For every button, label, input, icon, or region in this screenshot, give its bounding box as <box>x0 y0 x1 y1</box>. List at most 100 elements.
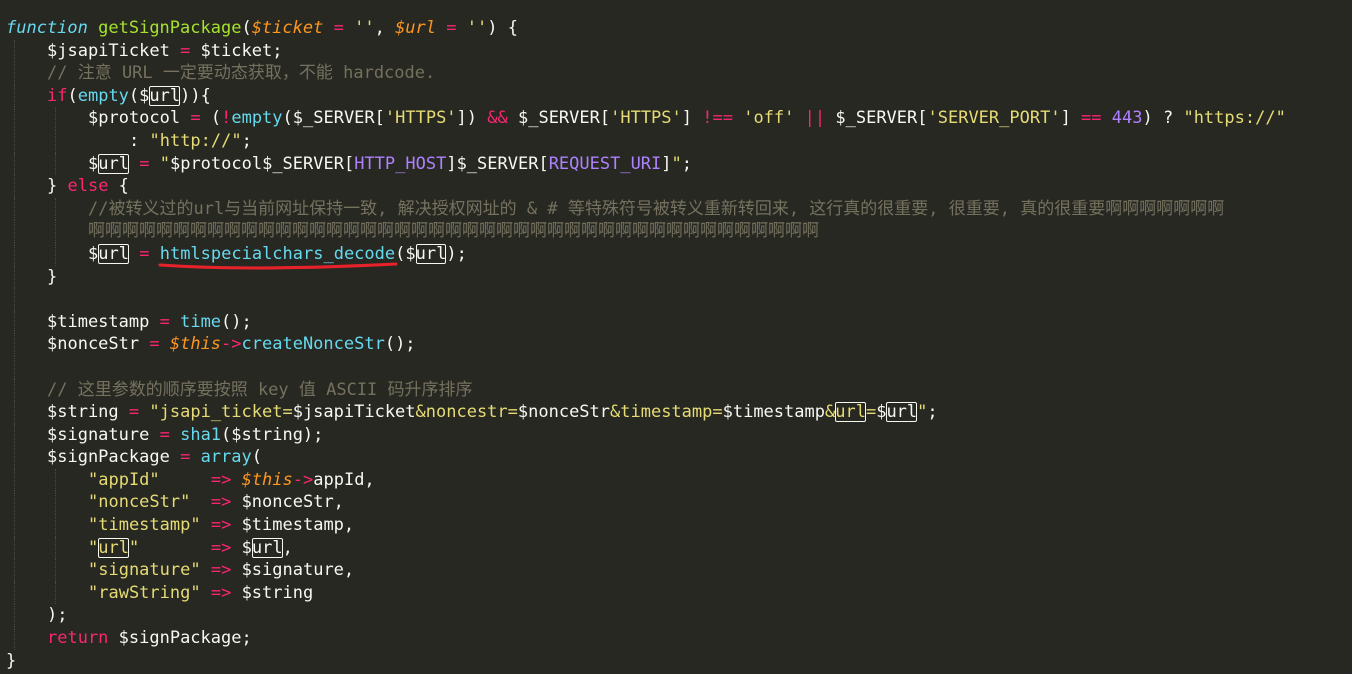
code-token: ]$_SERVER[ <box>446 153 549 174</box>
code-line[interactable]: $url = htmlspecialchars_decode($url); <box>0 242 1352 266</box>
indent-guide <box>14 627 15 650</box>
code-line[interactable]: : "http://"; <box>0 129 1352 153</box>
code-line[interactable]: 啊啊啊啊啊啊啊啊啊啊啊啊啊啊啊啊啊啊啊啊啊啊啊啊啊啊啊啊啊啊啊啊啊啊啊啊啊啊啊啊… <box>0 220 1352 243</box>
code-token: ) { <box>487 18 518 38</box>
code-token: } <box>47 266 58 287</box>
indent-guide <box>14 288 15 311</box>
code-line[interactable]: "url" => $url, <box>0 536 1352 560</box>
code-token: ] <box>681 108 703 129</box>
code-line[interactable]: $jsapiTicket = $ticket; <box>0 39 1352 63</box>
indent-guide <box>14 310 15 334</box>
code-line[interactable]: } <box>0 650 1352 673</box>
code-token: if <box>47 85 68 106</box>
code-token: => <box>210 537 232 558</box>
code-line[interactable]: return $signPackage; <box>0 627 1352 650</box>
code-token: , <box>282 537 293 558</box>
code-token: ( <box>200 108 222 129</box>
code-token: function <box>6 18 88 38</box>
code-token: = <box>333 18 344 38</box>
code-token: ; <box>927 402 938 423</box>
code-token: (); <box>384 334 416 355</box>
code-line[interactable]: "timestamp" => $timestamp, <box>0 514 1352 537</box>
indent-guide <box>55 220 56 243</box>
code-token: 'SERVER_PORT' <box>927 108 1061 129</box>
code-line[interactable]: $timestamp = time(); <box>0 310 1352 334</box>
code-line[interactable]: } else { <box>0 175 1352 198</box>
code-token: || <box>804 108 826 129</box>
code-token: = <box>180 40 191 61</box>
code-line[interactable]: if(empty($url)){ <box>0 84 1352 108</box>
code-line[interactable]: $url = "$protocol$_SERVER[HTTP_HOST]$_SE… <box>0 152 1352 176</box>
code-token: ($_SERVER[ <box>282 108 385 129</box>
code-token: ) ? <box>1142 108 1184 129</box>
code-token: " <box>917 402 928 423</box>
code-token: & <box>824 402 836 423</box>
code-token: $nonceStr, <box>231 492 344 513</box>
indent-guide <box>55 129 56 153</box>
code-token: ($ <box>128 85 150 106</box>
code-line[interactable]: "rawString" => $string <box>0 581 1352 605</box>
code-token: $signature <box>47 424 160 445</box>
code-token: REQUEST_URI <box>548 153 662 174</box>
code-line[interactable] <box>0 288 1352 311</box>
code-token: createNonceStr <box>241 334 385 355</box>
code-token: = <box>149 334 160 355</box>
code-token: = <box>180 447 191 468</box>
code-line[interactable]: "signature" => $signature, <box>0 559 1352 582</box>
code-token: { <box>108 176 129 197</box>
indent-guide <box>55 491 56 515</box>
code-editor[interactable]: function getSignPackage($ticket = '', $u… <box>0 0 1352 674</box>
code-token: $this <box>169 334 222 355</box>
code-line[interactable]: // 注意 URL 一定要动态获取，不能 hardcode. <box>0 62 1352 85</box>
code-line[interactable]: } <box>0 265 1352 289</box>
code-line[interactable]: "appId" => $this->appId, <box>0 468 1352 492</box>
code-token: "timestamp" <box>88 515 201 536</box>
code-token: empty <box>231 108 283 129</box>
code-line[interactable]: ); <box>0 604 1352 628</box>
indent-guide <box>55 514 56 537</box>
code-token: " <box>88 537 99 558</box>
code-token: $ticket; <box>190 40 283 61</box>
code-line[interactable]: $signature = sha1($string); <box>0 423 1352 447</box>
indent-guide <box>14 197 15 221</box>
code-line[interactable]: function getSignPackage($ticket = '', $u… <box>0 17 1352 40</box>
code-line[interactable]: $protocol = (!empty($_SERVER['HTTPS']) &… <box>0 107 1352 130</box>
indent-guide <box>14 39 15 63</box>
code-line[interactable] <box>0 355 1352 379</box>
code-token: &noncestr= <box>415 402 518 423</box>
code-token: ] <box>661 153 672 174</box>
code-token: = <box>446 18 457 38</box>
indent-guide <box>55 559 56 582</box>
code-token: => <box>210 492 232 513</box>
code-line[interactable]: //被转义过的url与当前网址保持一致, 解决授权网址的 & # 等特殊符号被转… <box>0 197 1352 221</box>
indent-guide <box>14 536 15 560</box>
indent-guide <box>14 468 15 492</box>
code-line[interactable]: "nonceStr" => $nonceStr, <box>0 491 1352 515</box>
code-token: => <box>210 582 232 603</box>
indent-guide <box>55 581 56 605</box>
code-token: $signPackage; <box>108 628 252 649</box>
code-token: $_SERVER[ <box>507 108 611 129</box>
code-token: HTTP_HOST <box>354 153 447 174</box>
code-token: ] <box>1060 108 1082 129</box>
code-token: htmlspecialchars_decode <box>159 243 396 264</box>
code-token: $timestamp <box>47 311 160 332</box>
indent-guide <box>14 446 15 469</box>
code-line[interactable]: $nonceStr = $this->createNonceStr(); <box>0 333 1352 356</box>
indent-guide <box>14 491 15 515</box>
code-token: " <box>149 402 160 423</box>
code-line[interactable]: // 这里参数的顺序要按照 key 值 ASCII 码升序排序 <box>0 378 1352 402</box>
code-token: ( <box>251 447 262 468</box>
code-token: } <box>6 650 17 671</box>
code-line[interactable]: $signPackage = array( <box>0 446 1352 469</box>
code-line[interactable]: $string = "jsapi_ticket=$jsapiTicket&non… <box>0 401 1352 424</box>
code-token: == <box>1081 108 1102 129</box>
code-token: jsapi_ticket= <box>159 402 293 423</box>
highlighted-token: url <box>415 243 447 264</box>
